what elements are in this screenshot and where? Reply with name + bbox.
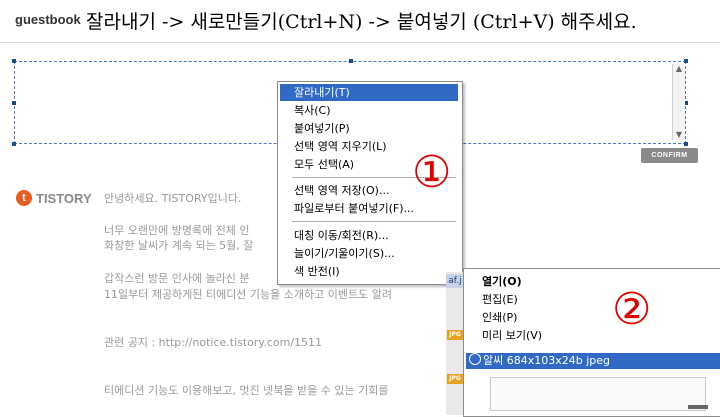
menu-item-open[interactable]: 열기(O): [482, 273, 522, 289]
tistory-name: TISTORY: [36, 190, 92, 206]
editor-scrollbar[interactable]: ▲ ▼: [672, 64, 685, 140]
guestbook-brand: guestbook: [15, 12, 81, 27]
menu-item-preview[interactable]: 미리 보기(V): [482, 327, 542, 343]
tistory-author: t TISTORY: [16, 190, 92, 206]
resize-handle[interactable]: [12, 59, 16, 63]
post-line: 11일부터 제공하게된 티에디션 기능을 소개하고 이벤트도 알려: [104, 288, 392, 301]
menu-separator: [292, 221, 456, 222]
resize-handle[interactable]: [684, 142, 688, 146]
step-two-marker: ②: [612, 284, 652, 335]
menu-item-copy[interactable]: 복사(C): [280, 102, 458, 119]
post-line: 너무 오랜만에 방명록에 전체 인: [104, 224, 250, 237]
file-name-fragment: af.j: [446, 274, 464, 288]
post-line: 티에디션 기능도 이용해보고, 멋진 넷북을 받을 수 있는 기회를: [104, 384, 389, 397]
resize-handle[interactable]: [684, 59, 688, 63]
menu-item-invert-colors[interactable]: 색 반전(I): [280, 263, 458, 280]
resize-handle[interactable]: [12, 142, 16, 146]
preview-slider[interactable]: [688, 405, 708, 409]
menu-item-edit[interactable]: 편집(E): [482, 291, 518, 307]
post-line: 갑작스런 방문 인사에 놀라신 분: [104, 272, 250, 285]
post-line: 안녕하세요. TISTORY입니다.: [104, 192, 242, 205]
scroll-down-icon[interactable]: ▼: [674, 130, 684, 140]
page-header: guestbook 잘라내기 -> 새로만들기(Ctrl+N) -> 붙여넣기 …: [0, 0, 720, 40]
resize-handle[interactable]: [349, 59, 353, 63]
instruction-text: 잘라내기 -> 새로만들기(Ctrl+N) -> 붙여넣기 (Ctrl+V) 해…: [86, 11, 637, 33]
file-context-menu: 열기(O) 편집(E) 인쇄(P) 미리 보기(V) ② 알씨 684x103x…: [463, 268, 720, 417]
menu-item-flip-rotate[interactable]: 대칭 이동/회전(R)...: [280, 227, 458, 244]
menu-item-cut[interactable]: 잘라내기(T): [280, 84, 458, 101]
resize-handle[interactable]: [12, 101, 16, 105]
menu-item-stretch-skew[interactable]: 늘이기/기울이기(S)...: [280, 245, 458, 262]
menu-item-print[interactable]: 인쇄(P): [482, 309, 517, 325]
scroll-up-icon[interactable]: ▲: [674, 64, 684, 74]
step-one-marker: ①: [412, 147, 452, 198]
notice-link[interactable]: 관련 공지 : http://notice.tistory.com/1511: [104, 334, 322, 350]
image-preview: [490, 377, 706, 411]
file-row-selected[interactable]: 알씨 684x103x24b jpeg: [466, 353, 720, 369]
header-divider: [0, 42, 720, 43]
tistory-logo-icon: t: [16, 190, 32, 206]
confirm-button[interactable]: CONFIRM: [641, 148, 698, 163]
alsee-icon: [469, 353, 481, 365]
post-line: 화창한 날씨가 계속 되는 5월, 잘: [104, 239, 254, 252]
jpg-icon: JPG: [447, 374, 463, 384]
menu-item-paste-from[interactable]: 파일로부터 붙여넣기(F)...: [280, 200, 458, 217]
file-row-label: 알씨 684x103x24b jpeg: [483, 354, 611, 367]
menu-item-paste[interactable]: 붙여넣기(P): [280, 120, 458, 137]
jpg-icon: JPG: [447, 330, 463, 340]
